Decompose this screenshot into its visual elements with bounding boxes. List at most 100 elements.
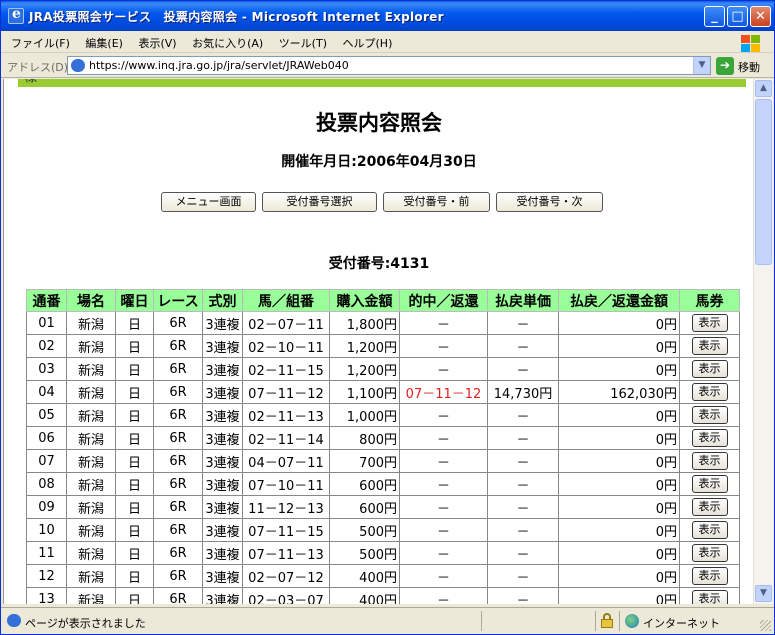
menu-tools[interactable]: ツール(T) [273, 31, 333, 51]
scroll-thumb[interactable] [755, 99, 772, 265]
row-venue: 新潟 [66, 564, 116, 588]
resize-grip[interactable] [760, 620, 771, 631]
show-ticket-button[interactable]: 表示 [691, 475, 728, 493]
address-input[interactable]: https://www.inq.jra.go.jp/jra/servlet/JR… [67, 56, 711, 75]
row-venue: 新潟 [66, 541, 116, 565]
page-content: 様 投票内容照会 開催年月日:2006年04月30日 メニュー画面 受付番号選択… [3, 79, 753, 604]
table-row: 12 新潟日 6R 3連複 02－07－12 400円－－ 0円 表示 [26, 564, 740, 588]
row-payout: 0円 [558, 334, 680, 358]
menu-help[interactable]: ヘルプ(H) [337, 31, 399, 51]
row-unit-price: － [487, 311, 559, 335]
menu-favorites[interactable]: お気に入り(A) [186, 31, 269, 51]
show-ticket-button[interactable]: 表示 [691, 337, 728, 355]
row-unit-price: － [487, 518, 559, 542]
row-ticket-cell: 表示 [679, 449, 740, 473]
minimize-button[interactable]: _ [704, 6, 725, 27]
row-ticket-cell: 表示 [679, 518, 740, 542]
row-combo: 07－11－13 [242, 541, 330, 565]
col-header-day: 曜日 [115, 289, 154, 312]
row-ticket-cell: 表示 [679, 380, 740, 404]
title-bar[interactable]: JRA投票照会サービス 投票内容照会 - Microsoft Internet … [1, 1, 774, 31]
show-ticket-button[interactable]: 表示 [691, 452, 728, 470]
row-venue: 新潟 [66, 334, 116, 358]
row-race: 6R [153, 311, 203, 335]
row-type: 3連複 [202, 403, 243, 427]
menu-screen-button[interactable]: メニュー画面 [161, 192, 256, 212]
row-unit-price: － [487, 403, 559, 427]
row-amount: 1,800円 [329, 311, 400, 335]
meeting-date: 開催年月日:2006年04月30日 [281, 154, 477, 170]
status-divider [595, 611, 596, 631]
row-type: 3連複 [202, 587, 243, 604]
row-combo: 07－11－12 [242, 380, 330, 404]
chevron-down-icon[interactable]: ▼ [693, 57, 710, 74]
window-title: JRA投票照会サービス 投票内容照会 - Microsoft Internet … [29, 10, 444, 24]
internet-zone-icon [625, 614, 639, 628]
row-unit-price: － [487, 587, 559, 604]
row-type: 3連複 [202, 380, 243, 404]
show-ticket-button[interactable]: 表示 [691, 383, 728, 401]
show-ticket-button[interactable]: 表示 [691, 544, 728, 562]
row-unit-price: 14,730円 [487, 380, 559, 404]
row-combo: 07－10－11 [242, 472, 330, 496]
go-button[interactable]: ➔ 移動 [716, 57, 772, 75]
row-payout: 0円 [558, 495, 680, 519]
row-amount: 600円 [329, 495, 400, 519]
row-combo: 02－11－13 [242, 403, 330, 427]
show-ticket-button[interactable]: 表示 [691, 567, 728, 585]
row-day: 日 [115, 495, 154, 519]
row-no: 01 [26, 311, 67, 335]
windows-logo-icon [740, 34, 762, 52]
menu-bar: ファイル(F) 編集(E) 表示(V) お気に入り(A) ツール(T) ヘルプ(… [1, 31, 774, 53]
row-hit: － [399, 541, 488, 565]
table-row: 08 新潟日 6R 3連複 07－10－11 600円－－ 0円 表示 [26, 472, 740, 496]
row-payout: 0円 [558, 426, 680, 450]
scroll-down-icon[interactable]: ▼ [755, 585, 772, 602]
row-payout: 0円 [558, 449, 680, 473]
row-type: 3連複 [202, 472, 243, 496]
show-ticket-button[interactable]: 表示 [691, 406, 728, 424]
prev-receipt-button[interactable]: 受付番号・前 [383, 192, 490, 212]
receipt-number: 受付番号:4131 [328, 256, 430, 272]
row-payout: 0円 [558, 403, 680, 427]
scroll-up-icon[interactable]: ▲ [755, 80, 772, 97]
address-bar: アドレス(D) https://www.inq.jra.go.jp/jra/se… [1, 54, 774, 78]
row-payout: 0円 [558, 357, 680, 381]
go-label: 移動 [738, 61, 760, 74]
menu-file[interactable]: ファイル(F) [5, 31, 76, 51]
close-button[interactable]: ✕ [750, 6, 771, 27]
show-ticket-button[interactable]: 表示 [691, 314, 728, 332]
row-payout: 0円 [558, 311, 680, 335]
row-amount: 1,200円 [329, 334, 400, 358]
row-venue: 新潟 [66, 518, 116, 542]
show-ticket-button[interactable]: 表示 [691, 590, 728, 604]
maximize-button[interactable]: □ [727, 6, 748, 27]
row-no: 07 [26, 449, 67, 473]
show-ticket-button[interactable]: 表示 [691, 360, 728, 378]
row-no: 05 [26, 403, 67, 427]
row-combo: 02－07－11 [242, 311, 330, 335]
row-type: 3連複 [202, 495, 243, 519]
show-ticket-button[interactable]: 表示 [691, 429, 728, 447]
row-day: 日 [115, 380, 154, 404]
row-type: 3連複 [202, 564, 243, 588]
show-ticket-button[interactable]: 表示 [691, 521, 728, 539]
table-row: 06 新潟日 6R 3連複 02－11－14 800円－－ 0円 表示 [26, 426, 740, 450]
row-day: 日 [115, 403, 154, 427]
select-receipt-button[interactable]: 受付番号選択 [262, 192, 377, 212]
next-receipt-button[interactable]: 受付番号・次 [496, 192, 603, 212]
menu-edit[interactable]: 編集(E) [79, 31, 129, 51]
row-day: 日 [115, 564, 154, 588]
row-hit: － [399, 518, 488, 542]
row-ticket-cell: 表示 [679, 541, 740, 565]
table-row: 01 新潟日 6R 3連複 02－07－11 1,800円－－ 0円 表示 [26, 311, 740, 335]
col-header-payout: 払戻／返還金額 [558, 289, 680, 312]
row-hit: － [399, 426, 488, 450]
row-ticket-cell: 表示 [679, 311, 740, 335]
row-no: 06 [26, 426, 67, 450]
row-venue: 新潟 [66, 311, 116, 335]
row-ticket-cell: 表示 [679, 403, 740, 427]
menu-view[interactable]: 表示(V) [132, 31, 182, 51]
show-ticket-button[interactable]: 表示 [691, 498, 728, 516]
vertical-scrollbar[interactable]: ▲ ▼ [753, 79, 773, 604]
